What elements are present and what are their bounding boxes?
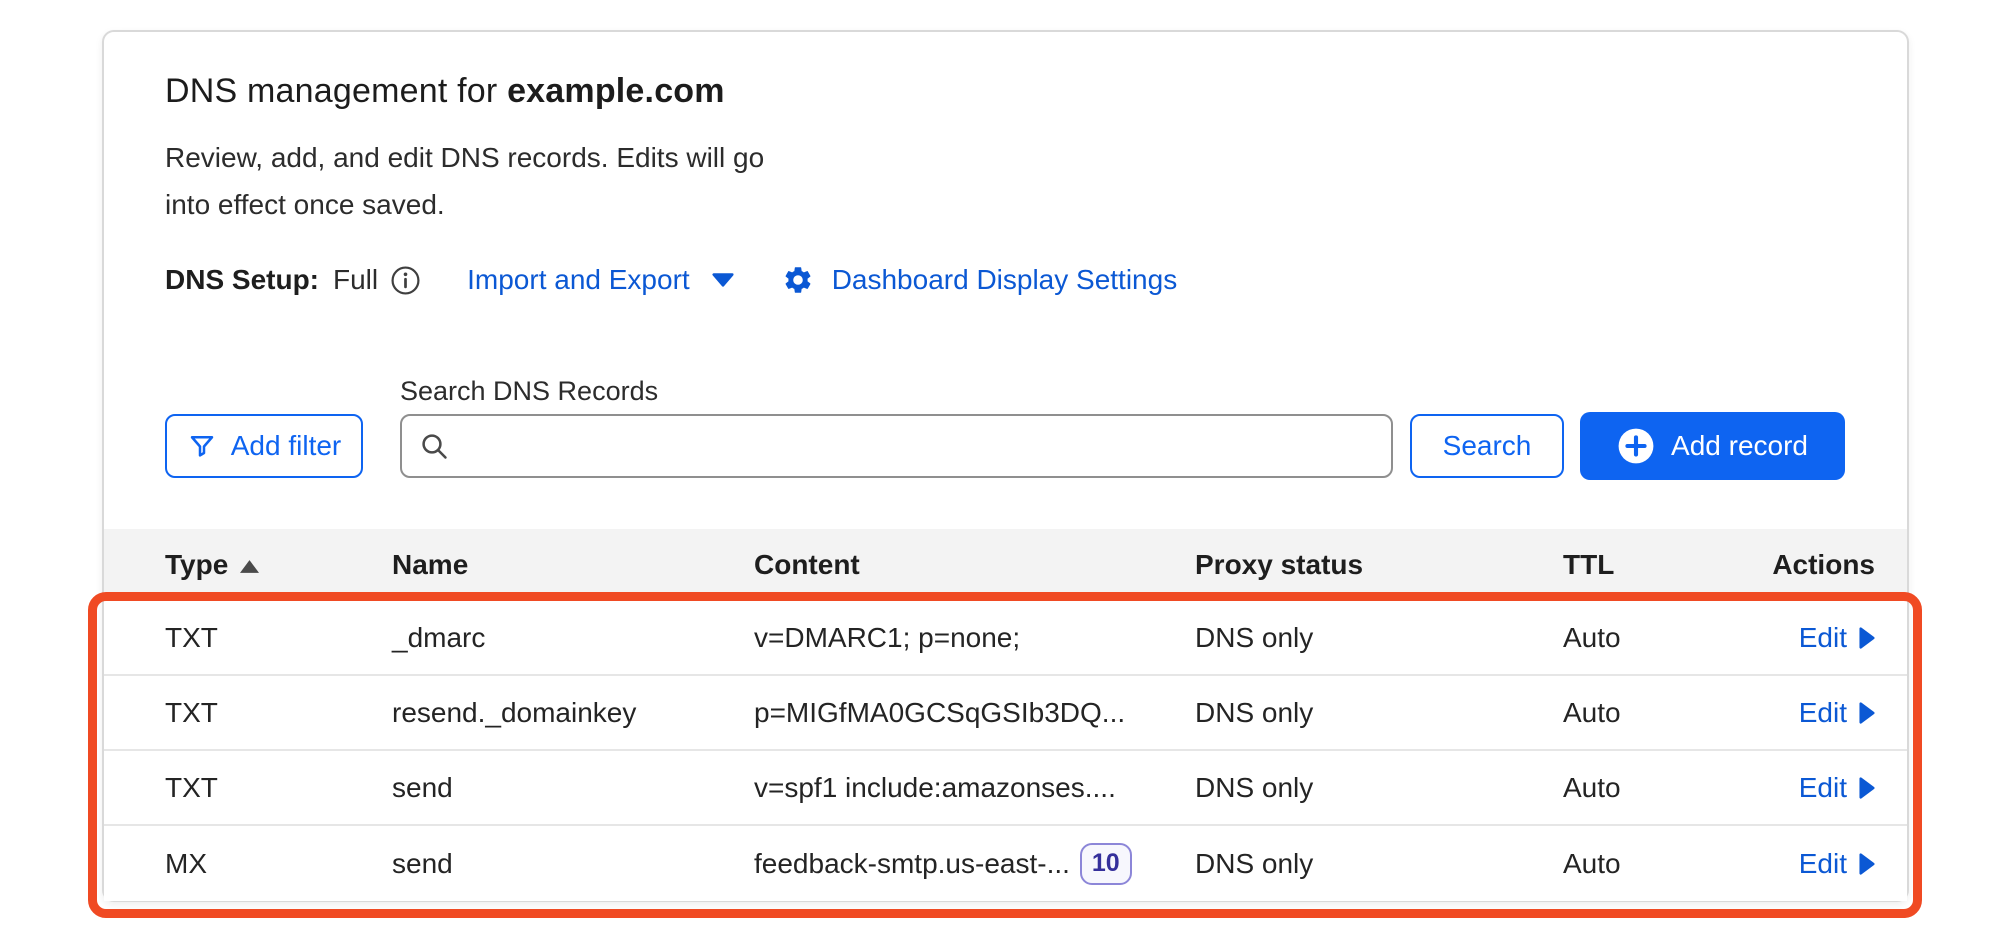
record-type: TXT [104, 772, 392, 804]
table-row: MX send feedback-smtp.us-east-... 10 DNS… [104, 826, 1907, 901]
record-ttl: Auto [1563, 622, 1713, 654]
edit-link[interactable]: Edit [1799, 772, 1875, 804]
dns-setup-row: DNS Setup: Full Import and Export Dashbo… [165, 258, 1177, 302]
table-header-row: Type Name Content Proxy status TTL Actio… [104, 529, 1907, 601]
add-filter-button[interactable]: Add filter [165, 414, 363, 478]
edit-label: Edit [1799, 697, 1847, 729]
table-row: TXT send v=spf1 include:amazonses.... DN… [104, 751, 1907, 826]
chevron-right-icon [1859, 702, 1875, 724]
search-label: Search DNS Records [400, 376, 658, 407]
record-type: TXT [104, 697, 392, 729]
edit-link[interactable]: Edit [1799, 697, 1875, 729]
record-ttl: Auto [1563, 848, 1713, 880]
chevron-right-icon [1859, 777, 1875, 799]
edit-link[interactable]: Edit [1799, 622, 1875, 654]
add-record-button[interactable]: Add record [1580, 412, 1845, 480]
page-title: DNS management for example.com [165, 72, 725, 111]
record-name: _dmarc [392, 622, 754, 654]
record-content: v=DMARC1; p=none; [754, 622, 1195, 654]
search-icon [418, 430, 450, 462]
column-header-actions: Actions [1713, 549, 1907, 581]
search-input[interactable] [460, 416, 1375, 476]
dns-setup-value: Full [333, 264, 378, 296]
sort-ascending-icon [240, 560, 259, 573]
chevron-right-icon [1859, 627, 1875, 649]
table-row: TXT _dmarc v=DMARC1; p=none; DNS only Au… [104, 601, 1907, 676]
edit-label: Edit [1799, 622, 1847, 654]
gear-icon [782, 264, 814, 296]
add-record-label: Add record [1671, 430, 1808, 462]
plus-icon [1617, 427, 1655, 465]
filter-icon [187, 431, 217, 461]
dns-setup-label: DNS Setup: [165, 264, 319, 296]
page-subtitle: Review, add, and edit DNS records. Edits… [165, 134, 797, 228]
record-proxy-status: DNS only [1195, 848, 1563, 880]
record-proxy-status: DNS only [1195, 622, 1563, 654]
record-name: resend._domainkey [392, 697, 754, 729]
search-button[interactable]: Search [1410, 414, 1564, 478]
record-ttl: Auto [1563, 697, 1713, 729]
record-content-text: v=spf1 include:amazonses.... [754, 772, 1116, 804]
table-body: TXT _dmarc v=DMARC1; p=none; DNS only Au… [104, 601, 1907, 901]
page-title-prefix: DNS management for [165, 72, 507, 110]
record-content-text: v=DMARC1; p=none; [754, 622, 1020, 654]
record-type: MX [104, 848, 392, 880]
record-content-text: feedback-smtp.us-east-... [754, 848, 1070, 880]
record-content-text: p=MIGfMA0GCSqGSIb3DQ... [754, 697, 1125, 729]
search-input-wrapper[interactable] [400, 414, 1393, 478]
column-header-name: Name [392, 549, 754, 581]
edit-label: Edit [1799, 772, 1847, 804]
column-header-type[interactable]: Type [104, 549, 392, 581]
edit-label: Edit [1799, 848, 1847, 880]
column-header-ttl: TTL [1563, 549, 1713, 581]
record-proxy-status: DNS only [1195, 772, 1563, 804]
table-row: TXT resend._domainkey p=MIGfMA0GCSqGSIb3… [104, 676, 1907, 751]
edit-link[interactable]: Edit [1799, 848, 1875, 880]
record-proxy-status: DNS only [1195, 697, 1563, 729]
dns-management-card: DNS management for example.com Review, a… [102, 30, 1909, 902]
chevron-down-icon [712, 273, 734, 287]
page-title-domain: example.com [507, 72, 725, 110]
column-header-content: Content [754, 549, 1195, 581]
import-export-label: Import and Export [467, 264, 690, 296]
dashboard-display-settings-label: Dashboard Display Settings [832, 264, 1178, 296]
import-export-link[interactable]: Import and Export [467, 264, 734, 296]
toolbar: Add filter Search Add record [165, 412, 1845, 480]
info-icon[interactable] [390, 265, 421, 296]
record-ttl: Auto [1563, 772, 1713, 804]
page: DNS management for example.com Review, a… [0, 0, 2012, 936]
column-header-proxy-status: Proxy status [1195, 549, 1563, 581]
chevron-right-icon [1859, 853, 1875, 875]
record-content: p=MIGfMA0GCSqGSIb3DQ... [754, 697, 1195, 729]
add-filter-label: Add filter [231, 430, 342, 462]
priority-badge: 10 [1080, 843, 1132, 885]
record-type: TXT [104, 622, 392, 654]
record-content: v=spf1 include:amazonses.... [754, 772, 1195, 804]
record-content: feedback-smtp.us-east-... 10 [754, 843, 1195, 885]
record-name: send [392, 772, 754, 804]
record-name: send [392, 848, 754, 880]
dashboard-display-settings-link[interactable]: Dashboard Display Settings [782, 264, 1178, 296]
